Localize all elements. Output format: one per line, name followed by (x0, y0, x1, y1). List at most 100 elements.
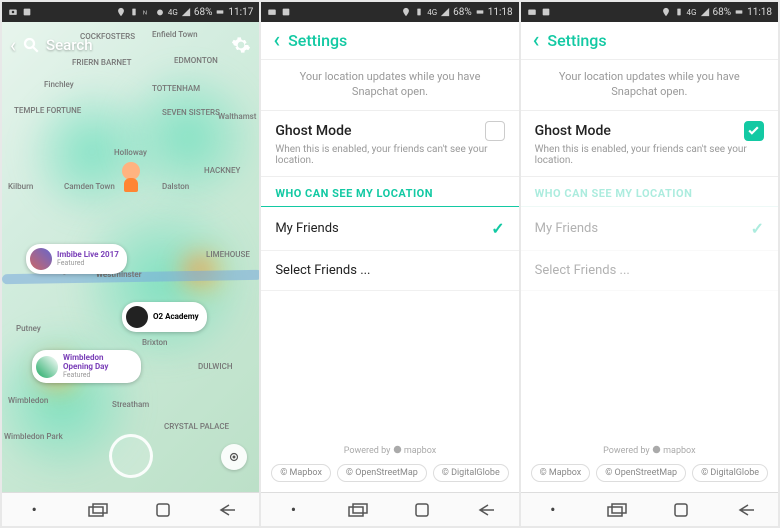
map-label: Finchley (44, 80, 74, 89)
poi-avatar-icon (36, 356, 58, 378)
settings-screen-ghost-off: 4G 68% 11:18 ‹ Settings Your location up… (261, 2, 518, 526)
nav-back-button[interactable] (733, 500, 759, 520)
camera-button[interactable] (109, 434, 153, 478)
attrib-osm[interactable]: © OpenStreetMap (596, 464, 686, 482)
option-label: Select Friends ... (535, 263, 630, 278)
powered-by: Powered by mapbox (521, 441, 778, 460)
attrib-dg[interactable]: © DigitalGlobe (692, 464, 768, 482)
battery-icon (475, 7, 485, 17)
search-icon[interactable] (22, 36, 40, 54)
settings-header: ‹ Settings (521, 22, 778, 60)
back-chevron-icon[interactable]: ‹ (533, 28, 540, 53)
signal-icon (440, 7, 450, 17)
attrib-dg[interactable]: © DigitalGlobe (433, 464, 509, 482)
map-label: CRYSTAL PALACE (164, 422, 229, 431)
nav-back-button[interactable] (473, 500, 499, 520)
map-attributions: © Mapbox © OpenStreetMap © DigitalGlobe (521, 460, 778, 492)
nav-recents-button[interactable] (345, 500, 371, 520)
signal-icon (181, 7, 191, 17)
gallery-icon (541, 7, 551, 17)
map-label: LIMEHOUSE (206, 250, 250, 259)
map-label: TOTTENHAM (152, 84, 200, 93)
ghost-mode-title: Ghost Mode (535, 123, 611, 139)
map-label: Brixton (142, 338, 168, 347)
attrib-mapbox[interactable]: © Mapbox (271, 464, 331, 482)
poi-avatar-icon (126, 306, 148, 328)
gear-icon[interactable] (231, 35, 251, 55)
map-label: HACKNEY (204, 166, 240, 175)
section-who-can-see: WHO CAN SEE MY LOCATION (261, 177, 518, 207)
locate-me-button[interactable] (221, 444, 247, 470)
battery-percent: 68% (453, 7, 472, 18)
nav-home-button[interactable] (409, 500, 435, 520)
nav-recents-button[interactable] (85, 500, 111, 520)
map-search-bar: ‹ Search (10, 30, 251, 60)
poi-card[interactable]: O2 Academy (122, 302, 207, 332)
option-select-friends: Select Friends ... (521, 251, 778, 291)
poi-subtitle: Featured (63, 372, 133, 380)
nfc-icon: N (142, 7, 152, 17)
battery-percent: 68% (194, 7, 213, 18)
map-label: Wimbledon (8, 396, 48, 405)
search-input[interactable]: Search (46, 36, 225, 54)
ghost-mode-checkbox[interactable] (485, 121, 505, 141)
check-icon: ✓ (491, 219, 504, 238)
mapbox-icon (652, 445, 661, 454)
snap-map[interactable]: COCKFOSTERS Enfield Town FRIERN BARNET E… (2, 22, 259, 492)
map-label: Walthamst (218, 112, 256, 121)
network-type: 4G (687, 8, 697, 17)
status-bar: 4G 68% 11:18 (521, 2, 778, 22)
attrib-osm[interactable]: © OpenStreetMap (337, 464, 427, 482)
location-icon (116, 7, 126, 17)
vibrate-icon (674, 7, 684, 17)
poi-subtitle: Featured (57, 260, 119, 268)
ghost-mode-title: Ghost Mode (275, 123, 351, 139)
back-chevron-icon[interactable]: ‹ (273, 28, 280, 53)
status-bar: N 4G 68% 11:17 (2, 2, 259, 22)
location-icon (661, 7, 671, 17)
page-title: Settings (547, 31, 606, 50)
location-info-text: Your location updates while you have Sna… (521, 60, 778, 111)
nav-home-button[interactable] (668, 500, 694, 520)
battery-icon (734, 7, 744, 17)
android-nav-bar: • (261, 492, 518, 526)
map-label: TEMPLE FORTUNE (14, 106, 81, 115)
battery-percent: 68% (713, 7, 732, 18)
option-my-friends[interactable]: My Friends ✓ (261, 207, 518, 251)
nav-back-button[interactable] (214, 500, 240, 520)
ghost-mode-checkbox[interactable] (744, 121, 764, 141)
attrib-mapbox[interactable]: © Mapbox (531, 464, 591, 482)
mapbox-icon (393, 445, 402, 454)
option-my-friends: My Friends ✓ (521, 207, 778, 251)
nav-recents-button[interactable] (604, 500, 630, 520)
check-icon (747, 124, 760, 137)
map-screen: N 4G 68% 11:17 COCKFOSTERS Enfield Town … (2, 2, 259, 526)
alarm-icon (155, 7, 165, 17)
gallery-icon (281, 7, 291, 17)
user-bitmoji[interactable] (120, 162, 142, 196)
map-label: Camden Town (64, 182, 115, 191)
poi-title: O2 Academy (153, 313, 199, 322)
battery-icon (215, 7, 225, 17)
status-bar: 4G 68% 11:18 (261, 2, 518, 22)
powered-by: Powered by mapbox (261, 441, 518, 460)
ghost-mode-desc: When this is enabled, your friends can't… (275, 144, 504, 166)
back-chevron-icon[interactable]: ‹ (10, 33, 16, 57)
ghost-mode-row[interactable]: Ghost Mode When this is enabled, your fr… (521, 111, 778, 177)
clock: 11:18 (747, 7, 772, 18)
poi-card[interactable]: Imbibe Live 2017 Featured (26, 244, 127, 274)
poi-title: Wimbledon Opening Day (63, 354, 133, 372)
map-label: DULWICH (198, 362, 233, 371)
signal-icon (700, 7, 710, 17)
nav-home-button[interactable] (150, 500, 176, 520)
ghost-mode-row[interactable]: Ghost Mode When this is enabled, your fr… (261, 111, 518, 177)
camera-icon (267, 7, 277, 17)
option-label: My Friends (275, 221, 338, 236)
map-attributions: © Mapbox © OpenStreetMap © DigitalGlobe (261, 460, 518, 492)
crosshair-icon (227, 450, 241, 464)
poi-card[interactable]: Wimbledon Opening Day Featured (32, 350, 141, 383)
camera-icon (8, 7, 18, 17)
settings-header: ‹ Settings (261, 22, 518, 60)
option-select-friends[interactable]: Select Friends ... (261, 251, 518, 291)
location-icon (401, 7, 411, 17)
